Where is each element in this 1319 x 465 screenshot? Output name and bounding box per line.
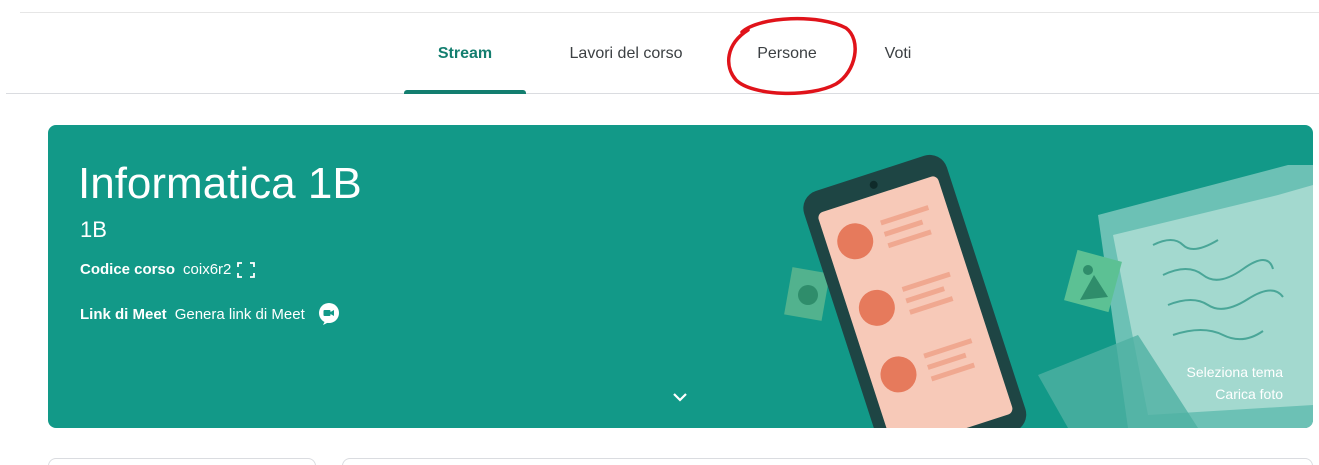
tab-voti[interactable]: Voti [868, 14, 928, 93]
announcement-card[interactable] [342, 458, 1313, 465]
generate-meet-link[interactable]: Genera link di Meet [175, 306, 305, 323]
tab-lavori-del-corso[interactable]: Lavori del corso [546, 14, 706, 93]
course-code-value: coix6r2 [183, 261, 232, 278]
course-title: Informatica 1B [78, 159, 362, 208]
tab-stream-label: Stream [437, 44, 493, 62]
tab-persone[interactable]: Persone [728, 14, 846, 93]
meet-row: Link di Meet Genera link di Meet [80, 302, 341, 326]
tab-voti-label: Voti [884, 44, 912, 62]
select-theme-link[interactable]: Seleziona tema [1186, 361, 1283, 383]
upcoming-card [48, 458, 316, 465]
course-code-row: Codice corso coix6r2 [80, 261, 256, 278]
course-banner: Informatica 1B 1B Codice corso coix6r2 L… [48, 125, 1313, 428]
fullscreen-icon[interactable] [237, 261, 256, 278]
tab-persone-label: Persone [757, 44, 817, 62]
course-code-label: Codice corso [80, 261, 176, 278]
tab-lavori-label: Lavori del corso [569, 44, 683, 62]
meet-video-icon[interactable] [317, 302, 341, 326]
chevron-down-icon[interactable] [666, 385, 694, 409]
course-tab-bar: Stream Lavori del corso Persone Voti [6, 14, 1319, 94]
meet-label: Link di Meet [80, 305, 167, 323]
tab-stream[interactable]: Stream [404, 14, 526, 94]
course-section: 1B [80, 217, 107, 242]
upload-photo-link[interactable]: Carica foto [1186, 383, 1283, 405]
active-tab-indicator [404, 90, 526, 94]
banner-actions: Seleziona tema Carica foto [1186, 361, 1283, 405]
top-divider [20, 12, 1319, 13]
